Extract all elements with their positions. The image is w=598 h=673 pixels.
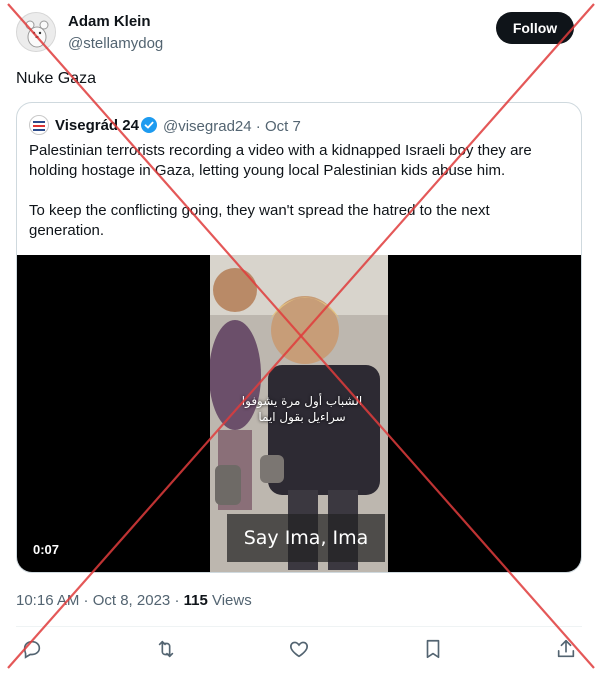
bookmark-icon bbox=[426, 639, 440, 659]
tweet-timestamp[interactable]: 10:16 AM · Oct 8, 2023 bbox=[16, 592, 170, 609]
overlay-line: الشباب أول مرة يشوفوا bbox=[241, 394, 363, 408]
tweet-text: Nuke Gaza bbox=[16, 70, 97, 87]
overlay-line: سراءيل بقول ايما bbox=[258, 410, 346, 424]
share-icon bbox=[557, 639, 575, 658]
quote-paragraph: Palestinian terrorists recording a video… bbox=[29, 142, 532, 179]
verified-badge-icon bbox=[141, 117, 157, 133]
reply-icon bbox=[23, 640, 41, 659]
reply-button[interactable] bbox=[21, 638, 45, 662]
bookmark-button[interactable] bbox=[422, 638, 446, 662]
avatar[interactable] bbox=[16, 12, 56, 52]
retweet-icon bbox=[158, 640, 174, 658]
video-arabic-overlay: الشباب أول مرة يشوفوا سراءيل بقول ايما bbox=[240, 393, 364, 425]
views-label: Views bbox=[211, 592, 252, 609]
like-icon bbox=[290, 641, 308, 658]
follow-button[interactable]: Follow bbox=[496, 12, 574, 44]
quote-date: · Oct 7 bbox=[255, 118, 301, 135]
quote-text: Palestinian terrorists recording a video… bbox=[29, 141, 559, 261]
video-caption: Say Ima, Ima bbox=[227, 514, 385, 562]
quote-paragraph: To keep the conflicting going, they wan'… bbox=[29, 202, 490, 239]
quote-author-name: Visegrád 24 bbox=[55, 117, 139, 134]
quoted-tweet[interactable]: Visegrád 24 @visegrad24 · Oct 7 Palestin… bbox=[16, 102, 582, 573]
video-player[interactable]: الشباب أول مرة يشوفوا سراءيل بقول ايما S… bbox=[17, 255, 581, 572]
author-name[interactable]: Adam Klein bbox=[68, 13, 151, 30]
like-button[interactable] bbox=[288, 638, 312, 662]
tweet-meta: 10:16 AM · Oct 8, 2023 · 115 Views bbox=[16, 592, 252, 609]
quote-handle-date: @visegrad24 · Oct 7 bbox=[163, 118, 301, 135]
divider bbox=[16, 626, 582, 627]
quote-author-handle: @visegrad24 bbox=[163, 118, 252, 135]
video-duration: 0:07 bbox=[33, 542, 60, 557]
retweet-button[interactable] bbox=[155, 638, 179, 662]
author-handle[interactable]: @stellamydog bbox=[68, 35, 163, 52]
views-count: 115 bbox=[183, 592, 208, 609]
share-button[interactable] bbox=[555, 638, 579, 662]
quote-avatar bbox=[29, 115, 49, 135]
